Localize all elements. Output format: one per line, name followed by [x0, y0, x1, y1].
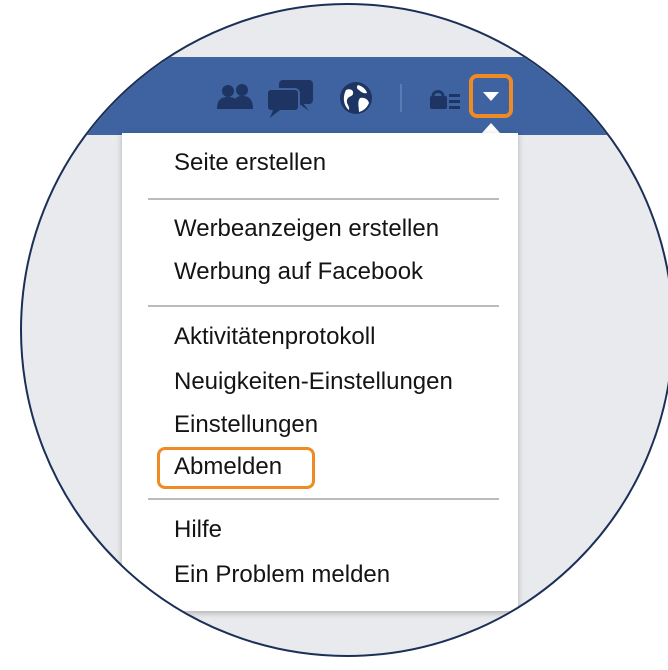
menu-item-settings[interactable]: Einstellungen: [174, 411, 318, 439]
menu-item-advertising-on-facebook[interactable]: Werbung auf Facebook: [174, 258, 423, 286]
globe-icon[interactable]: [338, 80, 374, 116]
magnifier-circle: Seite erstellen Werbeanzeigen erstellen …: [20, 3, 668, 657]
menu-separator: [148, 198, 499, 200]
menu-item-activity-log[interactable]: Aktivitätenprotokoll: [174, 323, 375, 351]
stage: Seite erstellen Werbeanzeigen erstellen …: [0, 0, 668, 670]
account-dropdown-menu: Seite erstellen Werbeanzeigen erstellen …: [122, 133, 518, 611]
menu-item-news-feed-settings[interactable]: Neuigkeiten-Einstellungen: [174, 368, 453, 396]
messages-icon[interactable]: [265, 79, 315, 119]
dropdown-pointer: [482, 123, 500, 133]
account-menu-button[interactable]: [469, 74, 513, 118]
menu-arrow-icon: [483, 92, 499, 101]
menu-item-report-problem[interactable]: Ein Problem melden: [174, 561, 390, 589]
magnifier-content: Seite erstellen Werbeanzeigen erstellen …: [22, 5, 668, 655]
menu-separator: [148, 305, 499, 307]
log-out-highlight: [157, 447, 315, 489]
menu-item-create-ads[interactable]: Werbeanzeigen erstellen: [174, 215, 439, 243]
header-divider: [400, 84, 402, 112]
menu-separator: [148, 498, 499, 500]
friends-icon[interactable]: [216, 84, 254, 110]
menu-item-help[interactable]: Hilfe: [174, 516, 222, 544]
menu-item-create-page[interactable]: Seite erstellen: [174, 149, 326, 177]
privacy-icon[interactable]: [429, 88, 461, 110]
